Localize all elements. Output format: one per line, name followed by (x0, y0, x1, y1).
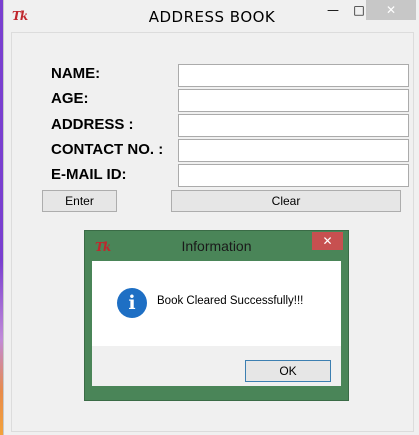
dialog-close-icon[interactable]: ✕ (312, 232, 343, 250)
minimize-icon[interactable]: — (320, 0, 346, 20)
address-label: ADDRESS : (51, 116, 134, 133)
close-icon[interactable]: ✕ (366, 0, 416, 20)
enter-button[interactable]: Enter (42, 190, 117, 212)
age-label: AGE: (51, 90, 89, 107)
dialog-message: Book Cleared Successfully!!! (157, 295, 304, 307)
name-field[interactable] (178, 64, 409, 87)
dialog-title: Information (181, 238, 252, 254)
email-label: E-MAIL ID: (51, 166, 127, 183)
dialog-body: i Book Cleared Successfully!!! (92, 261, 341, 346)
clear-button[interactable]: Clear (171, 190, 401, 212)
ok-button[interactable]: OK (245, 360, 331, 382)
age-field[interactable] (178, 89, 409, 112)
contact-label: CONTACT NO. : (51, 141, 164, 158)
window-titlebar[interactable]: Tk ADDRESS BOOK — □ ✕ (4, 0, 419, 32)
information-dialog: Tk Information ✕ i Book Cleared Successf… (84, 230, 349, 401)
info-icon: i (117, 288, 147, 318)
contact-field[interactable] (178, 139, 409, 162)
address-field[interactable] (178, 114, 409, 137)
dialog-footer: OK (92, 346, 341, 386)
email-field[interactable] (178, 164, 409, 187)
name-label: NAME: (51, 65, 101, 82)
